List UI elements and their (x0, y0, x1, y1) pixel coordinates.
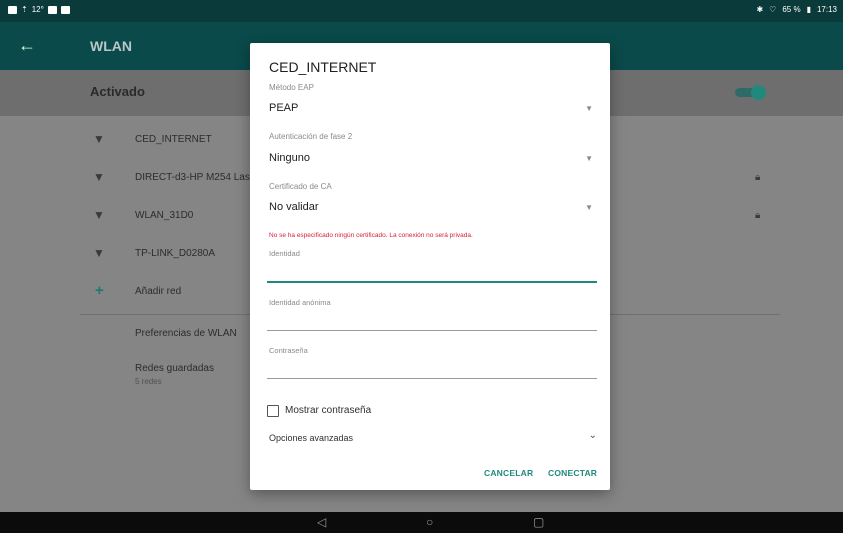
wifi-signal-icon: ▼ (93, 246, 105, 260)
phase2-auth-select[interactable]: Ninguno (269, 152, 310, 164)
identity-input[interactable] (267, 281, 597, 283)
wifi-status-icon: ♡ (769, 5, 777, 14)
notification-icon (8, 5, 17, 14)
clock-text: 17:13 (816, 5, 837, 14)
network-name: WLAN_31D0 (135, 210, 194, 221)
temperature-text: 12° (31, 5, 44, 14)
home-nav-icon[interactable]: ○ (426, 515, 433, 529)
wifi-toggle[interactable] (735, 85, 767, 100)
status-bar: ⇡ 12° ✱ ♡ 65 % ▮ 17:13 (0, 0, 843, 22)
anonymous-identity-label: Identidad anónima (269, 298, 331, 307)
connect-button[interactable]: CONECTAR (548, 468, 597, 478)
eap-method-select[interactable]: PEAP (269, 102, 298, 114)
app-notification-icon (47, 5, 57, 14)
certificate-warning: No se ha especificado ningún certificado… (269, 232, 473, 239)
advanced-options-toggle[interactable]: Opciones avanzadas (269, 433, 353, 443)
battery-icon: ▮ (806, 5, 811, 14)
network-name: DIRECT-d3-HP M254 Las (135, 172, 250, 183)
saved-networks-count: 5 redes (135, 377, 162, 386)
dialog-title: CED_INTERNET (269, 59, 377, 75)
network-name: TP-LINK_D0280A (135, 248, 216, 259)
show-password-label[interactable]: Mostrar contraseña (285, 405, 371, 416)
ca-certificate-select[interactable]: No validar (269, 201, 319, 213)
saved-networks-item[interactable]: Redes guardadas (135, 363, 214, 374)
back-arrow-icon[interactable]: ← (18, 35, 36, 56)
add-icon: + (95, 282, 104, 299)
page-title: WLAN (90, 38, 132, 54)
lock-icon: 🔒︎ (755, 210, 761, 221)
status-icons-right: ✱ ♡ 65 % ▮ 17:13 (756, 5, 837, 14)
add-network-label: Añadir red (135, 286, 182, 297)
ca-certificate-label: Certificado de CA (269, 182, 332, 191)
dropdown-arrow-icon[interactable]: ▼ (585, 203, 593, 212)
chevron-down-icon[interactable]: ⌄ (589, 430, 597, 441)
toggle-thumb (751, 85, 766, 100)
wifi-signal-icon: ▼ (93, 208, 105, 222)
wifi-signal-icon: ▼ (93, 170, 105, 184)
upload-icon: ⇡ (21, 5, 28, 14)
network-name: CED_INTERNET (135, 134, 212, 145)
battery-text: 65 % (782, 5, 801, 14)
wlan-preferences-item[interactable]: Preferencias de WLAN (135, 328, 237, 339)
dropdown-arrow-icon[interactable]: ▼ (585, 154, 593, 163)
status-icons-left: ⇡ 12° (8, 5, 70, 14)
bluetooth-icon: ✱ (756, 5, 764, 14)
recents-nav-icon[interactable]: ▢ (533, 515, 544, 529)
password-input[interactable] (267, 378, 597, 379)
show-password-checkbox[interactable] (267, 405, 279, 417)
anonymous-identity-input[interactable] (267, 330, 597, 331)
password-label: Contraseña (269, 346, 308, 355)
back-nav-icon[interactable]: ◁ (317, 515, 326, 529)
eap-method-label: Método EAP (269, 83, 314, 92)
phase2-auth-label: Autenticación de fase 2 (269, 132, 353, 141)
navigation-bar: ◁ ○ ▢ (0, 512, 843, 533)
wifi-master-label: Activado (90, 84, 145, 99)
wifi-config-dialog: CED_INTERNET Método EAP PEAP ▼ Autentica… (250, 43, 610, 490)
identity-label: Identidad (269, 249, 300, 258)
cancel-button[interactable]: CANCELAR (484, 468, 533, 478)
app-notification-icon-2 (60, 5, 70, 14)
lock-icon: 🔒︎ (755, 172, 761, 183)
dropdown-arrow-icon[interactable]: ▼ (585, 104, 593, 113)
wifi-signal-icon: ▼ (93, 132, 105, 146)
